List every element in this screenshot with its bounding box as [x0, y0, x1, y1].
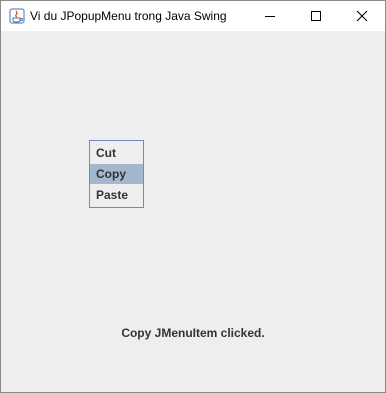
menu-item-cut[interactable]: Cut	[90, 143, 143, 163]
menu-item-copy[interactable]: Copy	[90, 164, 143, 184]
app-window: Vi du JPopupMenu trong Java Swing Cut Co…	[0, 0, 386, 393]
maximize-button[interactable]	[293, 1, 339, 31]
title-bar[interactable]: Vi du JPopupMenu trong Java Swing	[1, 1, 385, 31]
java-icon[interactable]	[9, 8, 25, 24]
popup-menu: Cut Copy Paste	[89, 140, 144, 208]
close-button[interactable]	[339, 1, 385, 31]
content-pane[interactable]: Cut Copy Paste Copy JMenuItem clicked.	[1, 31, 385, 392]
window-title: Vi du JPopupMenu trong Java Swing	[30, 9, 227, 23]
status-label: Copy JMenuItem clicked.	[121, 326, 265, 340]
maximize-icon	[311, 11, 321, 21]
minimize-icon	[265, 16, 275, 17]
close-icon	[356, 10, 368, 22]
menu-item-paste[interactable]: Paste	[90, 185, 143, 205]
minimize-button[interactable]	[247, 1, 293, 31]
